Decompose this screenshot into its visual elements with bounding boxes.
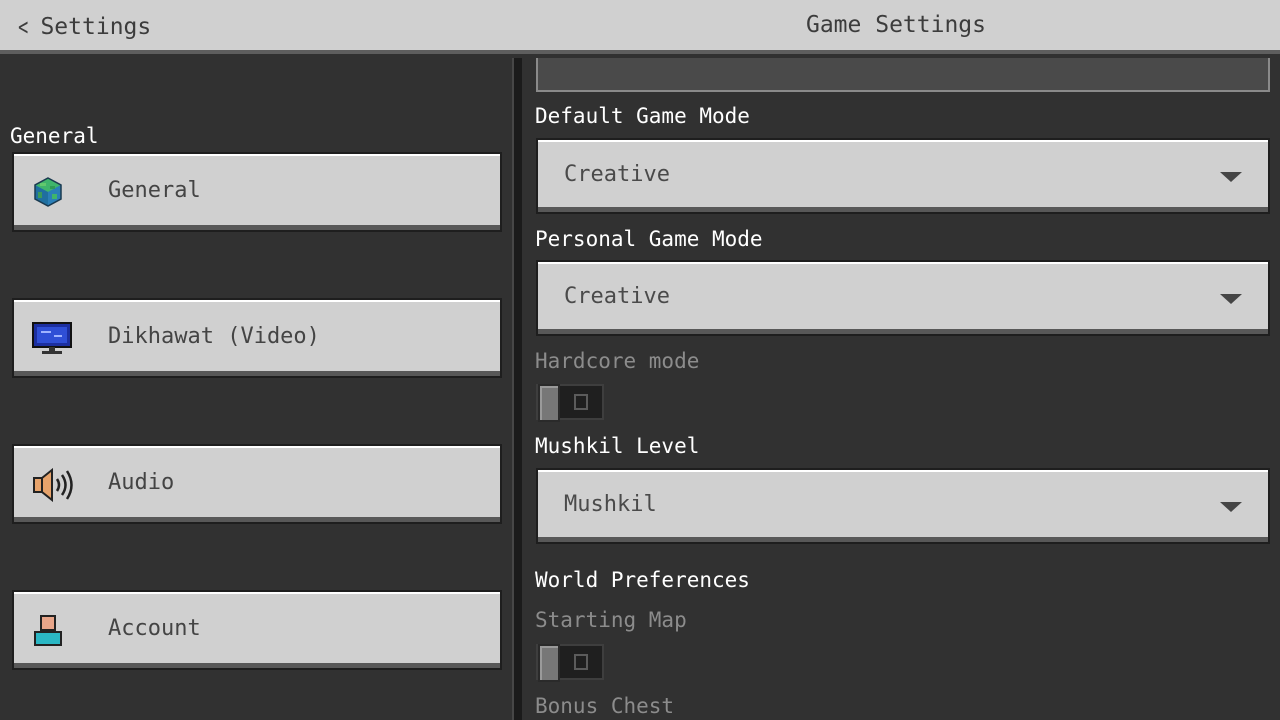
default-game-mode-label: Default Game Mode	[535, 104, 750, 128]
sidebar-item-label: Account	[108, 616, 201, 641]
globe-icon	[32, 176, 64, 208]
sidebar-item-label: Audio	[108, 470, 175, 495]
top-bar: < Settings Game Settings	[0, 0, 1280, 54]
personal-game-mode-label: Personal Game Mode	[535, 227, 763, 251]
difficulty-dropdown[interactable]: Mushkil	[536, 468, 1270, 544]
dropdown-value: Creative	[564, 162, 670, 187]
dropdown-value: Mushkil	[564, 492, 657, 517]
sidebar-item-label: General	[108, 178, 201, 203]
sidebar-item-audio[interactable]: Audio	[12, 444, 502, 524]
panel-divider	[512, 58, 522, 720]
sidebar-item-account[interactable]: Account	[12, 590, 502, 670]
sidebar: General General Dikhawat (Video) Audio A…	[0, 58, 512, 720]
speaker-icon	[32, 467, 73, 503]
starting-map-label: Starting Map	[535, 608, 687, 632]
dropdown-value: Creative	[564, 284, 670, 309]
back-button[interactable]: < Settings	[16, 10, 151, 44]
sidebar-item-general[interactable]: General	[12, 152, 502, 232]
monitor-icon	[32, 322, 72, 354]
hardcore-mode-label: Hardcore mode	[535, 349, 700, 373]
sidebar-section-heading: General	[10, 124, 99, 148]
caret-down-icon	[1220, 502, 1242, 512]
back-button-label: Settings	[40, 14, 152, 40]
caret-down-icon	[1220, 294, 1242, 304]
chevron-left-icon: <	[18, 13, 29, 41]
toggle-off-icon	[574, 654, 588, 670]
default-game-mode-dropdown[interactable]: Creative	[536, 138, 1270, 214]
settings-panel: Default Game Mode Creative Personal Game…	[522, 58, 1280, 720]
page-title: Game Settings	[805, 12, 986, 38]
sidebar-item-label: Dikhawat (Video)	[108, 324, 320, 349]
bonus-chest-label: Bonus Chest	[535, 694, 675, 718]
partial-text-field[interactable]	[536, 58, 1270, 92]
toggle-off-icon	[574, 394, 588, 410]
starting-map-toggle[interactable]	[536, 644, 604, 682]
personal-game-mode-dropdown[interactable]: Creative	[536, 260, 1270, 336]
hardcore-mode-toggle[interactable]	[536, 384, 604, 422]
difficulty-label: Mushkil Level	[535, 434, 700, 458]
caret-down-icon	[1220, 172, 1242, 182]
toggle-knob	[538, 384, 560, 422]
sidebar-item-video[interactable]: Dikhawat (Video)	[12, 298, 502, 378]
person-icon	[32, 614, 64, 646]
toggle-knob	[538, 644, 560, 682]
world-preferences-heading: World Preferences	[535, 568, 750, 592]
